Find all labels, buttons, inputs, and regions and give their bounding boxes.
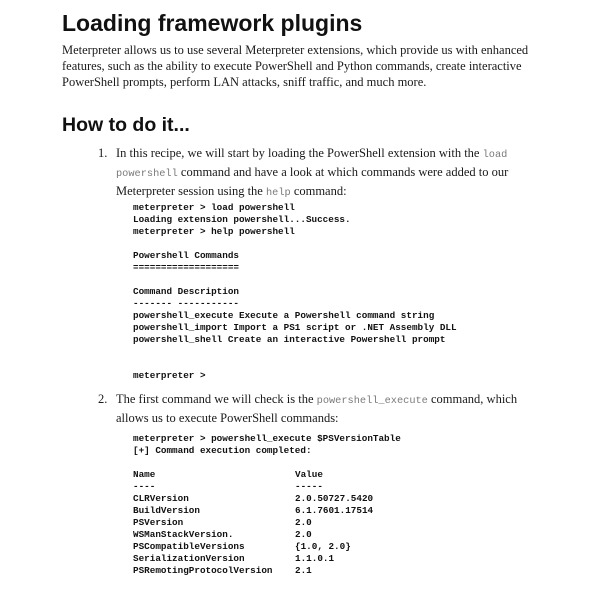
table-row: BuildVersion 6.1.7601.17514 [133,505,401,517]
code-line: powershell_execute Execute a Powershell … [133,310,435,321]
code-line: Loading extension powershell...Success. [133,214,351,225]
table-cell-name: PSRemotingProtocolVersion [133,565,273,576]
code-line: =================== [133,262,240,273]
section-heading: How to do it... [62,114,190,136]
table-cell-name: SerializationVersion [133,553,245,564]
code-line: Command Description [133,286,240,297]
table-cell-name: PSVersion [133,517,184,528]
table-cell-name: PSCompatibleVersions [133,541,245,552]
table-cell-value: Value [295,469,323,480]
table-cell-value: {1.0, 2.0} [295,541,351,552]
table-cell-name: ---- [133,481,156,492]
table-cell-value: 2.1 [295,565,312,576]
step-number: 2. [98,392,108,406]
code-line: meterpreter > help powershell [133,226,295,237]
document-page: Loading framework plugins Meterpreter al… [0,0,600,600]
intro-paragraph: Meterpreter allows us to use several Met… [62,43,529,89]
table-cell-name: Name [133,469,156,480]
code-line: ------- ----------- [133,298,240,309]
code-line: Powershell Commands [133,250,240,261]
table-row: CLRVersion 2.0.50727.5420 [133,493,401,505]
inline-code: powershell_execute [316,395,428,407]
code-line: meterpreter > powershell_execute $PSVers… [133,433,401,444]
table-row: PSCompatibleVersions {1.0, 2.0} [133,541,401,553]
step-text: In this recipe, we will start by loading… [116,146,483,160]
table-row: Name Value [133,469,401,481]
page-title: Loading framework plugins [62,10,363,36]
table-row: PSRemotingProtocolVersion 2.1 [133,565,401,577]
step-2: 2. The first command we will check is the… [98,391,536,427]
step-number: 1. [98,146,108,160]
table-cell-value: 2.0.50727.5420 [295,493,374,504]
code-line: [+] Command execution completed: [133,445,312,456]
step-1: 1. In this recipe, we will start by loadi… [98,145,536,202]
table-row: ---- ----- [133,481,401,493]
step-text: command: [290,184,347,198]
table-cell-name: CLRVersion [133,493,189,504]
code-line: powershell_shell Create an interactive P… [133,334,446,345]
code-line: meterpreter > load powershell [133,202,295,213]
inline-code: help [265,187,291,199]
code-block: meterpreter > powershell_execute $PSVers… [133,433,401,577]
table-cell-value: ----- [295,481,323,492]
table-row: SerializationVersion 1.1.0.1 [133,553,401,565]
code-line: meterpreter > [133,370,206,381]
table-row: PSVersion 2.0 [133,517,401,529]
table-row: WSManStackVersion. 2.0 [133,529,401,541]
table-cell-value: 6.1.7601.17514 [295,505,374,516]
code-line: powershell_import Import a PS1 script or… [133,322,457,333]
table-cell-name: BuildVersion [133,505,200,516]
code-block: meterpreter > load powershell Loading ext… [133,202,457,382]
step-text: The first command we will check is the [116,392,317,406]
table-cell-value: 2.0 [295,517,312,528]
table-cell-value: 1.1.0.1 [295,553,335,564]
table-cell-name: WSManStackVersion. [133,529,234,540]
table-cell-value: 2.0 [295,529,312,540]
